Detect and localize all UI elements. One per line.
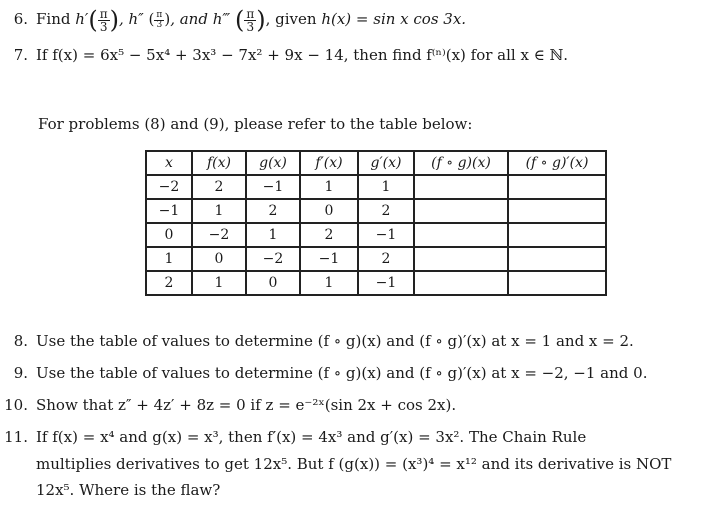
table-intro: For problems (8) and (9), please refer t… (38, 115, 473, 133)
table-row: −2 2 −1 1 1 (145, 174, 607, 200)
header-g-prime: g′(x) (357, 150, 415, 176)
problem-9: 9. Use the table of values to determine (… (13, 364, 648, 382)
table-row: 1 0 −2 −1 2 (145, 246, 607, 272)
header-x: x (145, 150, 193, 176)
problem-11-line-2: multiplies derivatives to get 12x⁵. But … (36, 455, 672, 473)
table-row: 0 −2 1 2 −1 (145, 222, 607, 248)
problem-6: 6. Find h′(π 3), h″ (π 3), and h‴ (π 3), giv… (4, 6, 466, 34)
problem-7: 7. If f(x) = 6x⁵ − 5x⁴ + 3x³ − 7x² + 9x −… (13, 46, 569, 64)
header-f: f(x) (191, 150, 247, 176)
header-composition-prime: (f ∘ g)′(x) (507, 150, 607, 176)
problem-8: 8. Use the table of values to determine (… (13, 332, 634, 350)
fraction-pi-over-3: π3 (244, 6, 257, 34)
table-row: −1 1 2 0 2 (145, 198, 607, 224)
problem-10: 10. Show that z″ + 4z′ + 8z = 0 if z = e⁻… (4, 396, 457, 414)
values-table: x f(x) g(x) f′(x) g′(x) (f ∘ g)(x) (f ∘ … (145, 150, 607, 296)
fraction-pi-over-3: π3 (97, 6, 110, 34)
fraction-pi-over-3: π3 (154, 9, 165, 30)
header-g: g(x) (245, 150, 301, 176)
problem-11-line-1: 11. If f(x) = x⁴ and g(x) = x³, then f′(x… (4, 428, 587, 446)
problem-11-line-3: 12x⁵. Where is the flaw? (36, 481, 221, 499)
table-row: 2 1 0 1 −1 (145, 270, 607, 296)
header-f-prime: f′(x) (299, 150, 359, 176)
table-header-row: x f(x) g(x) f′(x) g′(x) (f ∘ g)(x) (f ∘ … (145, 150, 607, 176)
header-composition: (f ∘ g)(x) (413, 150, 509, 176)
problem-number: 6. (13, 10, 28, 28)
